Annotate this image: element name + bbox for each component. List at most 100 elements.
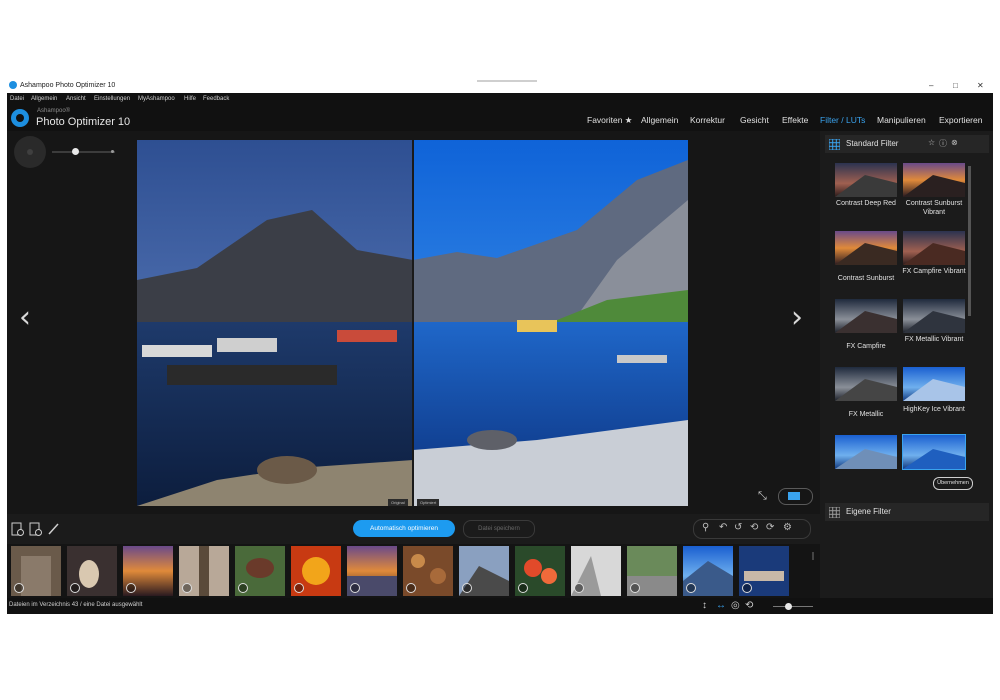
tab-korrektur[interactable]: Korrektur xyxy=(690,115,725,125)
film-thumb[interactable] xyxy=(179,546,229,596)
filter-panel: Standard Filter ☆ ⓘ ⊗ Contrast Deep Red … xyxy=(820,131,993,614)
split-view-toggle[interactable] xyxy=(778,488,813,505)
filter-label: Contrast Sunburst Vibrant xyxy=(905,200,963,216)
select-circle-icon[interactable] xyxy=(574,583,584,593)
tab-filter-luts[interactable]: Filter / LUTs xyxy=(820,115,865,125)
title-bar: Ashampoo Photo Optimizer 10 – □ ✕ xyxy=(7,78,993,93)
tab-exportieren[interactable]: Exportieren xyxy=(939,115,982,125)
select-circle-icon[interactable] xyxy=(686,583,696,593)
compare-divider[interactable] xyxy=(412,140,414,506)
filter-thumb-contrast-sunburst-vibrant[interactable] xyxy=(903,163,965,197)
film-thumb[interactable] xyxy=(123,546,173,596)
film-thumb[interactable] xyxy=(347,546,397,596)
zoom-slider-knob[interactable] xyxy=(785,603,792,610)
close-button[interactable]: ✕ xyxy=(977,81,984,90)
previous-image-button[interactable]: ‹ xyxy=(19,300,31,335)
fit-height-icon[interactable]: ↕ xyxy=(702,600,707,611)
select-circle-icon[interactable] xyxy=(70,583,80,593)
brand-company: Ashampoo® xyxy=(37,108,71,114)
film-thumb[interactable] xyxy=(627,546,677,596)
select-circle-icon[interactable] xyxy=(630,583,640,593)
brand-name: Photo Optimizer 10 xyxy=(36,116,131,128)
select-circle-icon[interactable] xyxy=(406,583,416,593)
menu-einstellungen[interactable]: Einstellungen xyxy=(94,96,130,102)
filter-thumb-fx-campfire[interactable] xyxy=(835,299,897,333)
zoom-slider[interactable] xyxy=(773,606,813,607)
film-thumb[interactable] xyxy=(459,546,509,596)
tab-manipulieren[interactable]: Manipulieren xyxy=(877,115,926,125)
filter-label: HighKey Ice Vibrant xyxy=(903,406,965,413)
undo-icon[interactable]: ↶ xyxy=(719,522,727,533)
standard-filter-header[interactable]: Standard Filter ☆ ⓘ ⊗ xyxy=(825,135,989,153)
select-circle-icon[interactable] xyxy=(182,583,192,593)
film-thumb[interactable] xyxy=(683,546,733,596)
next-image-button[interactable]: › xyxy=(791,300,803,335)
navigator-dial[interactable] xyxy=(14,136,46,168)
tab-effekte[interactable]: Effekte xyxy=(782,115,808,125)
filter-label: FX Metallic xyxy=(848,411,884,418)
info-icon[interactable]: ⓘ xyxy=(939,138,947,149)
collapse-view-icon[interactable]: ⤡ xyxy=(758,490,767,503)
add-folder-icon[interactable] xyxy=(29,522,42,536)
film-thumb[interactable] xyxy=(739,546,789,596)
drag-handle[interactable] xyxy=(477,80,537,82)
menu-hilfe[interactable]: Hilfe xyxy=(184,96,196,102)
select-circle-icon[interactable] xyxy=(14,583,24,593)
zoom-fit-icon[interactable]: ⟲ xyxy=(745,600,753,611)
filter-thumb-fx-metallic[interactable] xyxy=(835,367,897,401)
filter-label: Contrast Sunburst xyxy=(837,275,895,282)
film-thumb[interactable] xyxy=(403,546,453,596)
photo-preview[interactable] xyxy=(137,140,688,506)
film-thumb[interactable] xyxy=(11,546,61,596)
rotate-right-icon[interactable]: ⟳ xyxy=(766,522,774,533)
view-slider-knob[interactable] xyxy=(72,148,79,155)
zoom-reset-icon[interactable]: ◎ xyxy=(731,600,740,611)
menu-ansicht[interactable]: Ansicht xyxy=(66,96,86,102)
minimize-button[interactable]: – xyxy=(929,81,933,90)
brush-icon[interactable] xyxy=(47,522,60,536)
auto-optimize-button[interactable]: Automatisch optimieren xyxy=(353,520,455,537)
select-circle-icon[interactable] xyxy=(294,583,304,593)
menu-bar: Datei Allgemein Ansicht Einstellungen My… xyxy=(7,93,993,105)
view-slider[interactable] xyxy=(52,151,115,153)
menu-allgemein[interactable]: Allgemein xyxy=(31,96,57,102)
undo-all-icon[interactable]: ↺ xyxy=(734,522,742,533)
filter-thumb-selected[interactable] xyxy=(902,434,966,470)
tab-favoriten[interactable]: Favoriten ★ xyxy=(587,115,632,126)
reset-icon[interactable]: ⊗ xyxy=(951,138,958,147)
menu-myashampoo[interactable]: MyAshampoo xyxy=(138,96,175,102)
own-filters-header[interactable]: Eigene Filter xyxy=(825,503,989,521)
favorite-star-icon[interactable]: ☆ xyxy=(928,138,935,147)
filmstrip-scroll-handle[interactable] xyxy=(812,552,814,560)
film-thumb[interactable] xyxy=(571,546,621,596)
tab-gesicht[interactable]: Gesicht xyxy=(740,115,769,125)
filter-scrollbar[interactable] xyxy=(968,166,971,316)
filter-thumb-contrast-sunburst[interactable] xyxy=(835,231,897,265)
tab-allgemein[interactable]: Allgemein xyxy=(641,115,678,125)
select-circle-icon[interactable] xyxy=(462,583,472,593)
filter-thumb-contrast-deep-red[interactable] xyxy=(835,163,897,197)
maximize-button[interactable]: □ xyxy=(953,81,958,90)
film-thumb[interactable] xyxy=(291,546,341,596)
filter-thumb-fx-campfire-vibrant[interactable] xyxy=(903,231,965,265)
menu-feedback[interactable]: Feedback xyxy=(203,96,229,102)
fit-width-icon[interactable]: ↔ xyxy=(716,600,726,611)
menu-datei[interactable]: Datei xyxy=(10,96,24,102)
select-circle-icon[interactable] xyxy=(238,583,248,593)
film-thumb[interactable] xyxy=(515,546,565,596)
filter-thumb-highkey[interactable] xyxy=(835,435,897,469)
settings-icon[interactable]: ⚙ xyxy=(783,522,792,533)
film-thumb[interactable] xyxy=(235,546,285,596)
magic-wand-icon[interactable]: ⚲ xyxy=(702,522,709,533)
apply-filter-button[interactable]: Übernehmen xyxy=(933,477,973,490)
add-photo-icon[interactable] xyxy=(11,522,24,536)
rotate-left-icon[interactable]: ⟲ xyxy=(750,522,758,533)
select-circle-icon[interactable] xyxy=(126,583,136,593)
save-file-button[interactable]: Datei speichern xyxy=(463,520,535,538)
select-circle-icon[interactable] xyxy=(518,583,528,593)
select-circle-icon[interactable] xyxy=(742,583,752,593)
filter-thumb-fx-metallic-vibrant[interactable] xyxy=(903,299,965,333)
film-thumb[interactable] xyxy=(67,546,117,596)
select-circle-icon[interactable] xyxy=(350,583,360,593)
filter-thumb-highkey-ice-vibrant[interactable] xyxy=(903,367,965,401)
